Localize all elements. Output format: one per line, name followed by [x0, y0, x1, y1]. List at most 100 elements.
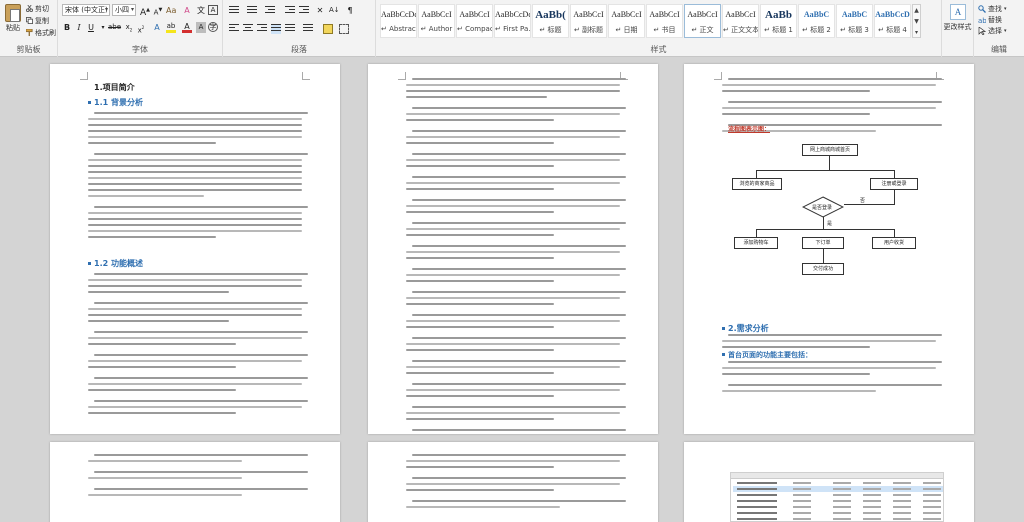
style-tile[interactable]: AaBbCcI ↵ Author	[418, 4, 455, 38]
shrink-font-button[interactable]: A▼	[153, 5, 163, 16]
bold-button[interactable]: B	[62, 22, 72, 33]
character-shading-button[interactable]: A	[196, 22, 206, 33]
style-tile[interactable]: AaBbCcI ↵ 日期	[608, 4, 645, 38]
table-cell	[793, 494, 811, 496]
copy-button[interactable]: 复制	[26, 15, 49, 26]
replace-icon: ab	[978, 17, 986, 24]
text-effects-button[interactable]: A	[152, 22, 162, 33]
text-line	[88, 291, 229, 293]
text-line	[88, 189, 302, 191]
line-spacing-icon[interactable]	[303, 24, 313, 34]
distributed-icon[interactable]	[285, 24, 295, 34]
style-sample: AaBbCcDd	[495, 10, 531, 19]
style-name: ↵ 标题 3	[840, 26, 869, 34]
text-line	[722, 346, 870, 348]
text-line	[406, 251, 620, 253]
text-line	[406, 343, 620, 345]
page-1[interactable]: 1.项目简介 1.1 背景分析 1.2 功能概述	[50, 64, 340, 434]
flowchart-confirm-node: 用户收货	[872, 237, 916, 249]
text-line	[412, 406, 626, 408]
find-button[interactable]: 查找 ▾	[978, 3, 1007, 14]
style-name: ↵ 标题 4	[878, 26, 907, 34]
copy-icon	[26, 17, 33, 24]
chevron-down-icon[interactable]: ▾	[98, 22, 108, 33]
style-tile[interactable]: AaBb(↵ 标题	[532, 4, 569, 38]
multilevel-list-icon[interactable]	[265, 6, 275, 16]
chinese-layout-button[interactable]: ✕	[315, 5, 325, 16]
style-tile[interactable]: AaBbCcD ↵ 标题 4	[874, 4, 911, 38]
text-line	[88, 285, 302, 287]
align-center-icon[interactable]	[243, 24, 253, 34]
text-line	[88, 218, 302, 220]
style-sample: AaBbCcDd	[381, 10, 417, 19]
page-4[interactable]	[50, 442, 340, 522]
show-marks-icon[interactable]: ¶	[345, 5, 355, 16]
gallery-scroll[interactable]: ▲ ▼ ▾	[912, 4, 921, 38]
enclose-characters-button[interactable]: 字	[208, 22, 218, 32]
document-area[interactable]: 1.项目简介 1.1 背景分析 1.2 功能概述 流程图表示图： 网上商城商城首…	[0, 58, 1024, 522]
change-case-button[interactable]: Aa	[166, 5, 176, 16]
font-name-combo[interactable]: 宋体 (中文正) ▾	[62, 4, 110, 16]
text-line	[94, 302, 308, 304]
font-size-combo[interactable]: 小四 ▾	[112, 4, 136, 16]
style-tile[interactable]: AaBbCcI ↵ 正文	[684, 4, 721, 38]
cut-button[interactable]: 剪切	[26, 3, 49, 14]
align-left-icon[interactable]	[229, 24, 239, 34]
text-line	[406, 211, 554, 213]
text-line	[722, 107, 936, 109]
flowchart-title: 流程图表示图：	[728, 126, 771, 133]
style-tile[interactable]: AaBbCcI ↵ 书目	[646, 4, 683, 38]
table-cell	[863, 494, 881, 496]
style-tile[interactable]: AaBbC ↵ 标题 3	[836, 4, 873, 38]
text-line	[88, 171, 302, 173]
numbering-icon[interactable]	[247, 6, 257, 16]
decrease-indent-icon[interactable]	[285, 6, 295, 16]
superscript-button[interactable]: x2	[136, 22, 146, 34]
text-line	[94, 354, 308, 356]
page-3[interactable]: 流程图表示图： 网上商城商城首页 浏览的商家商品 注册或登录 是否登录 否 是 …	[684, 64, 974, 434]
subscript-button[interactable]: x2	[124, 22, 134, 33]
style-tile[interactable]: AaBbCcI ↵ 正文文本	[722, 4, 759, 38]
font-color-button[interactable]: A	[182, 22, 192, 33]
sort-button[interactable]: A↓	[329, 5, 340, 16]
bullets-icon[interactable]	[229, 6, 239, 16]
text-line	[412, 176, 626, 178]
paste-button[interactable]: 粘贴	[2, 4, 24, 34]
text-line	[406, 395, 554, 397]
grow-font-button[interactable]: A▲	[140, 5, 150, 18]
text-line	[412, 500, 626, 502]
replace-button[interactable]: ab 替换	[978, 14, 1002, 25]
justify-icon[interactable]	[271, 24, 281, 34]
table-cell	[833, 494, 851, 496]
style-tile[interactable]: AaBbCcI ↵ Compact	[456, 4, 493, 38]
phonetic-guide-button[interactable]: 文	[196, 5, 206, 16]
underline-button[interactable]: U	[86, 22, 96, 33]
italic-button[interactable]: I	[74, 22, 84, 33]
character-border-button[interactable]: A	[208, 5, 218, 15]
style-tile[interactable]: AaBbC ↵ 标题 2	[798, 4, 835, 38]
style-tile[interactable]: AaBbCcI ↵ 副标题	[570, 4, 607, 38]
align-right-icon[interactable]	[257, 24, 267, 34]
style-tile[interactable]: AaBbCcDd ↵ First Pa...	[494, 4, 531, 38]
style-tile[interactable]: AaBbCcDd ↵ Abstract	[380, 4, 417, 38]
borders-icon[interactable]	[339, 24, 349, 34]
paragraph-group-label: 段落	[291, 45, 307, 54]
table-cell	[833, 482, 851, 484]
change-styles-button[interactable]: A 更改样式	[942, 0, 974, 57]
strikethrough-button[interactable]: abe	[108, 22, 121, 33]
style-tile[interactable]: AaBb ↵ 标题 1	[760, 4, 797, 38]
text-line	[406, 274, 620, 276]
shading-icon[interactable]	[323, 24, 333, 34]
font-name-value: 宋体 (中文正)	[65, 6, 108, 14]
select-button[interactable]: 选择 ▾	[978, 25, 1007, 36]
clear-format-icon[interactable]: A	[182, 5, 192, 16]
format-painter-button[interactable]: 格式刷	[26, 27, 56, 38]
page-5[interactable]	[368, 442, 658, 522]
font-group-label: 字体	[132, 45, 148, 54]
highlight-button[interactable]: ab	[166, 22, 176, 33]
style-sample: AaBbCcI	[573, 10, 604, 19]
text-line	[88, 383, 302, 385]
table-cell	[737, 512, 777, 514]
increase-indent-icon[interactable]	[299, 6, 309, 16]
page-2[interactable]	[368, 64, 658, 434]
